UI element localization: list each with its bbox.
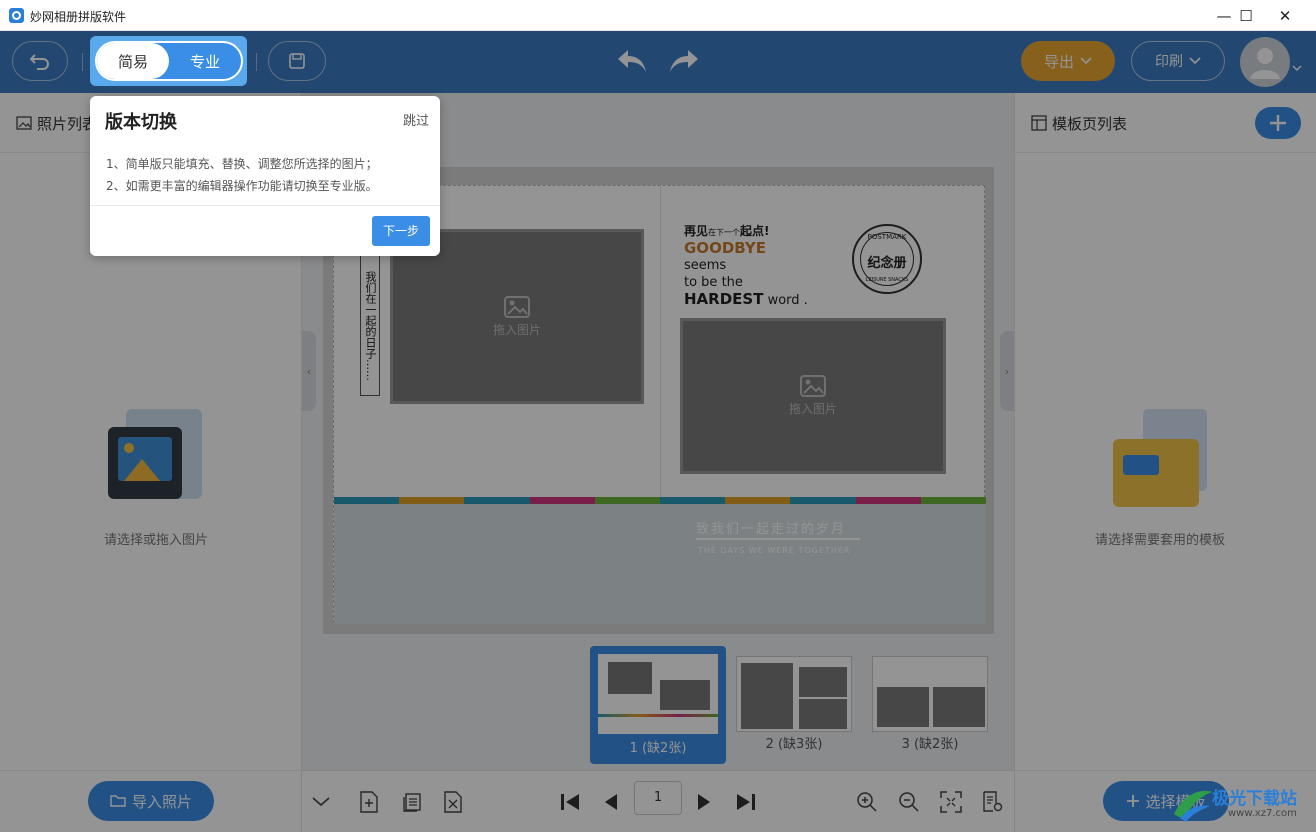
title-bar: 妙网相册拼版软件 — ☐ ✕	[0, 0, 1316, 31]
version-switch-popup: 版本切换 跳过 1、简单版只能填充、替换、调整您所选择的图片； 2、如需更丰富的…	[90, 96, 440, 256]
mode-simple-label: 简易	[117, 52, 148, 71]
watermark-swoosh-icon	[1174, 790, 1212, 822]
close-button[interactable]: ✕	[1262, 0, 1308, 31]
mode-switch-highlight[interactable]: 简易 专业	[90, 36, 247, 86]
watermark-url: www.xz7.com	[1228, 808, 1297, 819]
popup-line-2: 2、如需更丰富的编辑器操作功能请切换至专业版。	[106, 179, 378, 193]
mode-pro-tab[interactable]: 专业	[170, 43, 240, 79]
popup-title: 版本切换	[105, 112, 177, 133]
watermark-text: 极光下载站	[1212, 789, 1297, 809]
close-icon: ✕	[1278, 6, 1292, 25]
mode-pro-label: 专业	[189, 52, 220, 71]
watermark-logo: 极光下载站 www.xz7.com	[1170, 778, 1310, 828]
mode-simple-tab[interactable]: 简易	[97, 43, 169, 79]
popup-line-1: 1、简单版只能填充、替换、调整您所选择的图片；	[106, 157, 378, 171]
window-title: 妙网相册拼版软件	[30, 10, 127, 24]
popup-divider	[90, 205, 440, 206]
app-logo-icon	[9, 8, 24, 23]
next-step-button[interactable]: 下一步	[372, 216, 430, 246]
maximize-icon: ☐	[1239, 6, 1253, 25]
skip-button[interactable]: 跳过	[403, 110, 429, 129]
